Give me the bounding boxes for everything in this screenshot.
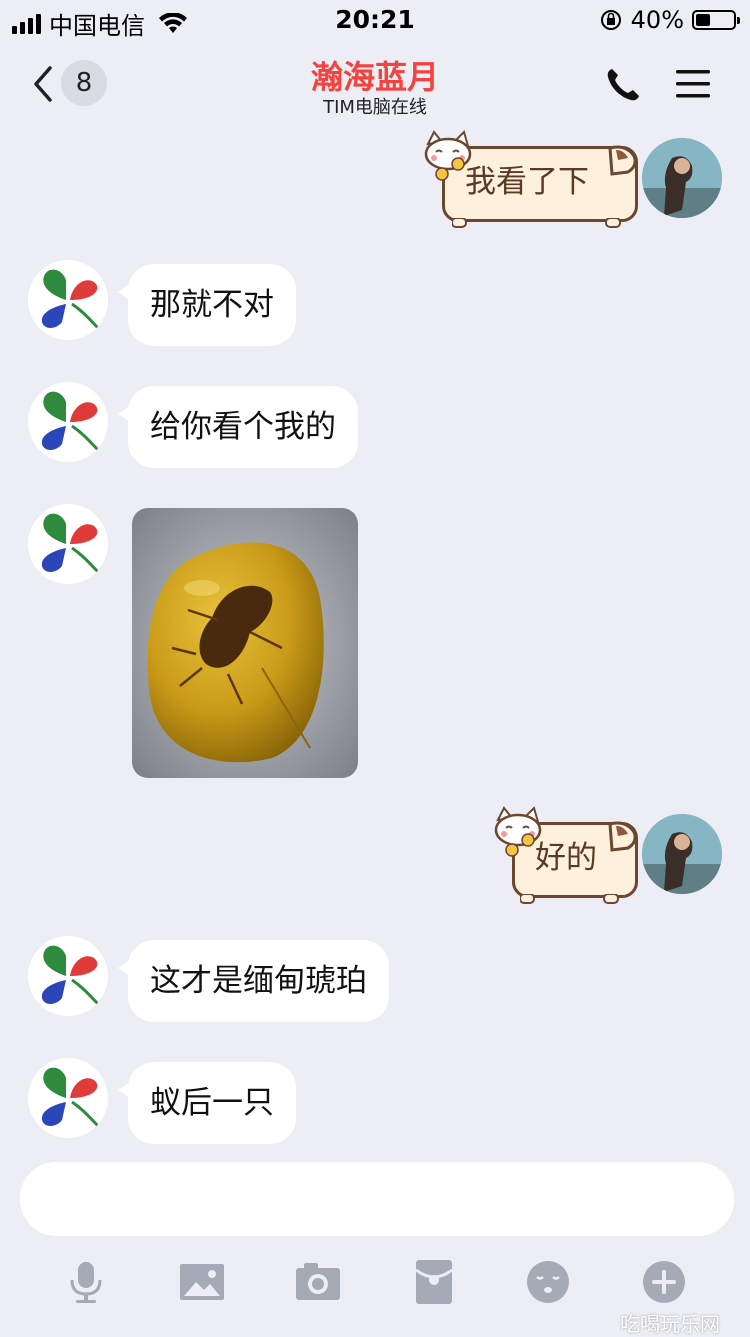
message-bubble[interactable]: 蚁后一只 <box>118 1062 296 1144</box>
status-bar: 中国电信 20:21 40% <box>0 0 750 42</box>
contact-avatar[interactable] <box>28 504 108 584</box>
self-avatar[interactable] <box>642 138 722 218</box>
message-input[interactable] <box>20 1162 734 1236</box>
message-self-sticker-bubble[interactable]: 我看了下 <box>420 130 638 228</box>
contact-avatar[interactable] <box>28 260 108 340</box>
clover-logo-icon <box>28 504 108 584</box>
cat-tail-icon <box>608 145 637 176</box>
cat-tail-icon <box>608 821 637 852</box>
clover-logo-icon <box>28 1058 108 1138</box>
message-bubble[interactable]: 那就不对 <box>118 264 296 346</box>
lucky-cat-icon <box>424 130 472 181</box>
plus-icon[interactable] <box>642 1260 686 1304</box>
cat-paws-icon <box>452 218 621 228</box>
red-packet-icon[interactable] <box>412 1260 456 1304</box>
menu-icon[interactable] <box>676 68 710 100</box>
watermark: 吃喝玩乐网 <box>620 1312 720 1336</box>
contact-avatar[interactable] <box>28 936 108 1016</box>
amber-photo-icon <box>132 508 358 778</box>
lucky-cat-icon <box>494 806 542 857</box>
message-bubble[interactable]: 这才是缅甸琥珀 <box>118 940 389 1022</box>
battery-percent: 40% <box>630 6 684 34</box>
microphone-icon[interactable] <box>64 1260 108 1304</box>
cat-paws-icon <box>520 894 619 904</box>
contact-avatar[interactable] <box>28 1058 108 1138</box>
image-icon[interactable] <box>180 1260 224 1304</box>
message-bubble[interactable]: 给你看个我的 <box>118 386 358 468</box>
contact-avatar[interactable] <box>28 382 108 462</box>
clover-logo-icon <box>28 260 108 340</box>
input-area <box>0 1146 750 1334</box>
emoji-icon[interactable] <box>526 1260 570 1304</box>
chat-header: 8 瀚海蓝月 TIM电脑在线 <box>0 42 750 128</box>
camera-icon[interactable] <box>296 1260 340 1304</box>
self-avatar[interactable] <box>642 814 722 894</box>
message-self-sticker-bubble[interactable]: 好的 <box>490 806 638 904</box>
image-message[interactable] <box>132 508 358 778</box>
portrait-photo-icon <box>642 138 722 218</box>
rotation-lock-icon <box>600 10 621 30</box>
phone-call-icon[interactable] <box>604 66 642 104</box>
clover-logo-icon <box>28 382 108 462</box>
clover-logo-icon <box>28 936 108 1016</box>
battery-icon <box>692 10 740 30</box>
portrait-photo-icon <box>642 814 722 894</box>
